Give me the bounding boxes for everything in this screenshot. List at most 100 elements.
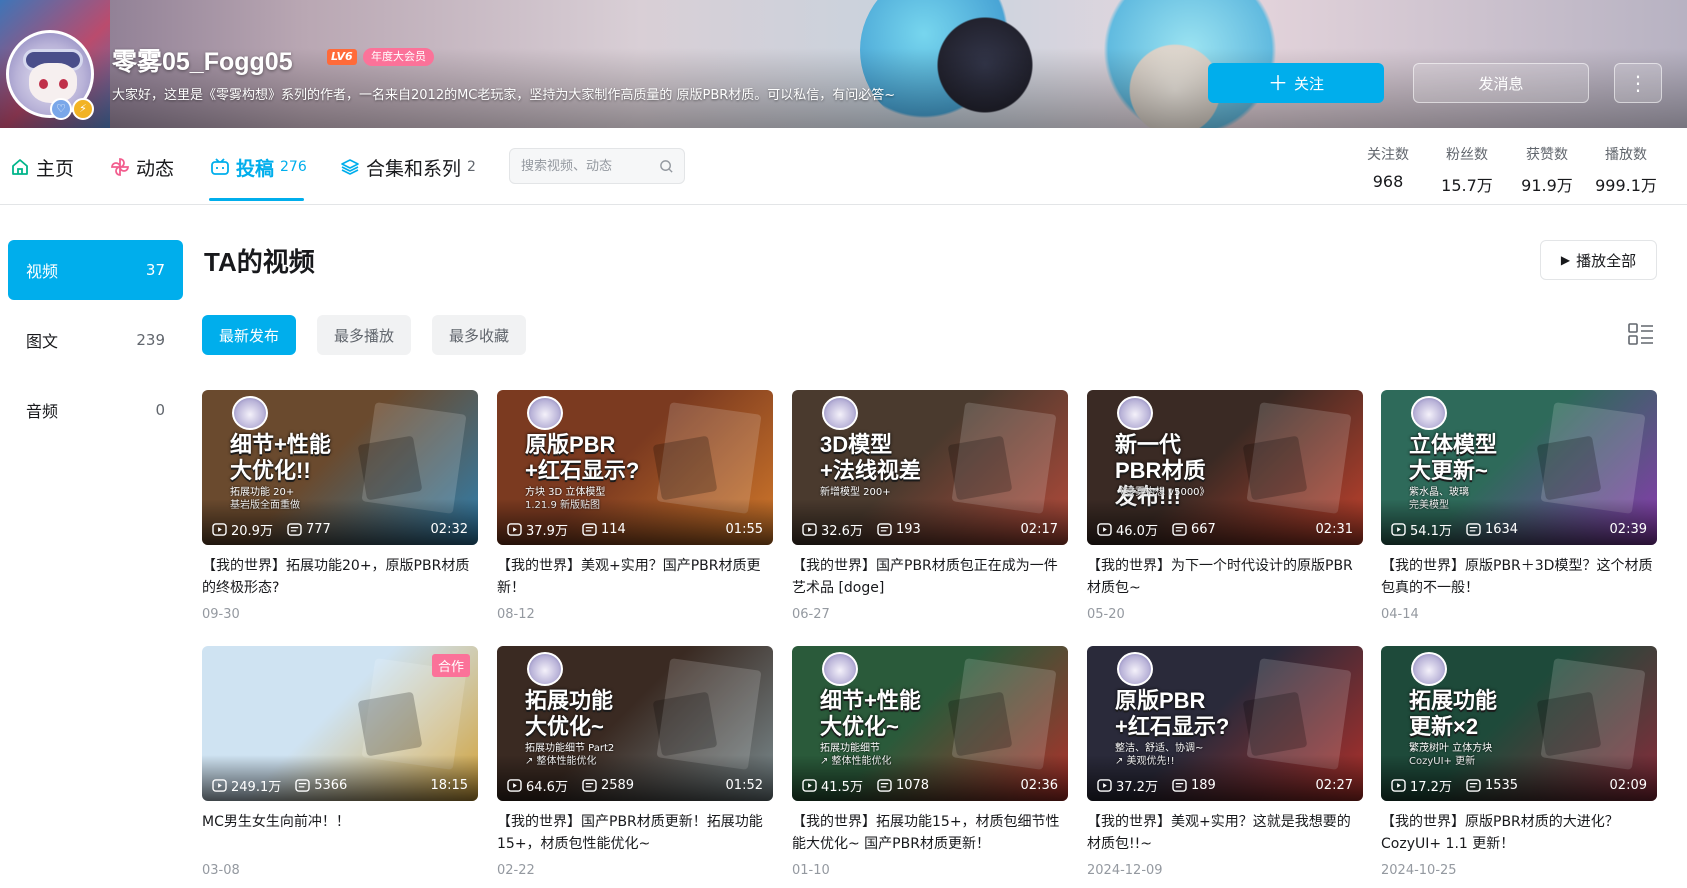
danmaku-count: 114 bbox=[600, 522, 626, 537]
search-input[interactable] bbox=[510, 149, 650, 183]
video-title[interactable]: 【我的世界】为下一个时代设计的原版PBR材质包~ bbox=[1087, 555, 1363, 599]
video-meta: 20.9万 777 02:32 bbox=[212, 520, 468, 539]
order-most-played[interactable]: 最多播放 bbox=[317, 315, 412, 355]
danmaku-icon bbox=[582, 523, 597, 536]
collab-badge: 合作 bbox=[431, 654, 470, 677]
video-card[interactable]: 3D模型 +法线视差 新增模型 200+ 32.6万 193 02:17 【我的… bbox=[792, 390, 1068, 622]
thumbnail-subcaption: 新增模型 200+ bbox=[820, 487, 891, 498]
video-duration: 02:27 bbox=[1315, 778, 1353, 793]
tab-collections[interactable]: 合集和系列 2 bbox=[340, 150, 476, 184]
view-count: 54.1万 bbox=[1410, 524, 1452, 539]
danmaku-count: 1634 bbox=[1484, 522, 1519, 537]
video-card[interactable]: 原版PBR +红石显示? 整洁、舒适、协调~ ↗ 美观优先!! 37.2万 18… bbox=[1087, 646, 1363, 878]
active-tab-indicator bbox=[209, 198, 304, 201]
stat-plays: 播放数 999.1万 bbox=[1595, 147, 1657, 195]
video-title[interactable]: 【我的世界】国产PBR材质更新！拓展功能15+，材质包性能优化~ bbox=[497, 811, 773, 855]
video-title[interactable]: 【我的世界】国产PBR材质包正在成为一件艺术品 [doge] bbox=[792, 555, 1068, 599]
video-meta: 41.5万 1078 02:36 bbox=[802, 776, 1058, 795]
tab-uploads[interactable]: 投稿 276 bbox=[210, 150, 307, 184]
video-thumbnail[interactable]: 细节+性能 大优化~ 拓展功能细节 ↗ 整体性能优化 41.5万 1078 02… bbox=[792, 646, 1068, 801]
video-date: 2024-12-09 bbox=[1087, 863, 1163, 878]
video-thumbnail[interactable]: 原版PBR +红石显示? 整洁、舒适、协调~ ↗ 美观优先!! 37.2万 18… bbox=[1087, 646, 1363, 801]
username: 零雾05_Fogg05 bbox=[112, 48, 293, 76]
danmaku-count: 5366 bbox=[314, 778, 348, 793]
video-title[interactable]: 【我的世界】拓展功能20+，原版PBR材质的终极形态? bbox=[202, 555, 478, 599]
follow-button[interactable]: ＋ 关注 bbox=[1208, 63, 1384, 103]
video-date: 09-30 bbox=[202, 607, 240, 622]
plus-icon: ＋ bbox=[1267, 71, 1288, 95]
video-thumbnail[interactable]: 合作 249.1万 5366 18:15 bbox=[202, 646, 478, 801]
stat-fans[interactable]: 粉丝数 15.7万 bbox=[1431, 144, 1503, 196]
video-meta: 249.1万 5366 18:15 bbox=[212, 776, 468, 795]
video-title[interactable]: 【我的世界】原版PBR＋3D模型？这个材质包真的不一般！ bbox=[1381, 555, 1657, 599]
sidebar-item-video[interactable]: 视频 37 bbox=[8, 240, 183, 300]
danmaku-icon bbox=[877, 779, 892, 792]
video-card[interactable]: 拓展功能 更新×2 繁茂树叶 立体方块 CozyUI+ 更新 17.2万 153… bbox=[1381, 646, 1657, 878]
tv-icon bbox=[211, 158, 229, 175]
view-count: 32.6万 bbox=[821, 524, 863, 539]
play-count-icon bbox=[802, 779, 817, 792]
thumbnail-caption: 拓展功能 大优化~ bbox=[525, 688, 614, 739]
danmaku-icon bbox=[287, 523, 302, 536]
search-icon[interactable] bbox=[659, 159, 674, 174]
video-meta: 37.2万 189 02:27 bbox=[1097, 776, 1353, 795]
more-options-button[interactable]: ⋮ bbox=[1614, 63, 1662, 103]
view-count: 41.5万 bbox=[821, 780, 863, 795]
play-count-icon bbox=[507, 779, 522, 792]
more-vertical-icon: ⋮ bbox=[1628, 71, 1648, 95]
danmaku-count: 667 bbox=[1190, 522, 1216, 537]
message-button[interactable]: 发消息 bbox=[1413, 63, 1589, 103]
video-thumbnail[interactable]: 细节+性能 大优化!! 拓展功能 20+ 基岩版全面重做 20.9万 777 0… bbox=[202, 390, 478, 545]
video-card[interactable]: 合作 249.1万 5366 18:15 MC男生女生向前冲！！ 03-08 bbox=[202, 646, 478, 878]
thumbnail-caption: 原版PBR +红石显示? bbox=[525, 432, 640, 483]
danmaku-icon bbox=[295, 779, 310, 792]
video-title[interactable]: 【我的世界】原版PBR材质的大进化？CozyUI+ 1.1 更新！ bbox=[1381, 811, 1657, 855]
creator-mascot-icon bbox=[1117, 652, 1153, 686]
video-title[interactable]: 【我的世界】美观+实用？国产PBR材质更新！ bbox=[497, 555, 773, 599]
video-card[interactable]: 立体模型 大更新~ 紫水晶、玻璃 完美模型 54.1万 1634 02:39 bbox=[1381, 390, 1657, 622]
video-meta: 17.2万 1535 02:09 bbox=[1391, 776, 1647, 795]
video-meta: 46.0万 667 02:31 bbox=[1097, 520, 1353, 539]
video-title[interactable]: MC男生女生向前冲！！ bbox=[202, 811, 478, 855]
video-duration: 01:52 bbox=[725, 778, 763, 793]
order-most-favorited[interactable]: 最多收藏 bbox=[432, 315, 527, 355]
video-thumbnail[interactable]: 新一代 PBR材质 发布!!! 《零雾构想 v5000》 46.0万 667 0… bbox=[1087, 390, 1363, 545]
video-duration: 02:17 bbox=[1020, 522, 1058, 537]
video-meta: 37.9万 114 01:55 bbox=[507, 520, 763, 539]
video-card[interactable]: 新一代 PBR材质 发布!!! 《零雾构想 v5000》 46.0万 667 0… bbox=[1087, 390, 1363, 622]
creator-mascot-icon bbox=[1411, 652, 1447, 686]
video-thumbnail[interactable]: 拓展功能 大优化~ 拓展功能细节 Part2 ↗ 整体性能优化 64.6万 25… bbox=[497, 646, 773, 801]
video-thumbnail[interactable]: 拓展功能 更新×2 繁茂树叶 立体方块 CozyUI+ 更新 17.2万 153… bbox=[1381, 646, 1657, 801]
video-thumbnail[interactable]: 3D模型 +法线视差 新增模型 200+ 32.6万 193 02:17 bbox=[792, 390, 1068, 545]
video-title[interactable]: 【我的世界】拓展功能15+，材质包细节性能大优化~ 国产PBR材质更新！ bbox=[792, 811, 1068, 855]
thumbnail-caption: 3D模型 +法线视差 bbox=[820, 432, 921, 483]
play-all-button[interactable]: ▶ 播放全部 bbox=[1540, 240, 1657, 280]
tab-home[interactable]: 主页 bbox=[10, 150, 74, 184]
video-card[interactable]: 拓展功能 大优化~ 拓展功能细节 Part2 ↗ 整体性能优化 64.6万 25… bbox=[497, 646, 773, 878]
tab-dynamic[interactable]: 动态 bbox=[110, 150, 174, 184]
sidebar-item-audio[interactable]: 音频 0 bbox=[8, 380, 183, 440]
list-layout-icon[interactable] bbox=[1628, 322, 1654, 348]
danmaku-icon bbox=[877, 523, 892, 536]
vip-badge[interactable]: 年度大会员 bbox=[363, 48, 434, 66]
video-date: 04-14 bbox=[1381, 607, 1419, 622]
order-latest[interactable]: 最新发布 bbox=[202, 315, 297, 355]
creator-mascot-icon bbox=[1117, 396, 1153, 430]
video-thumbnail[interactable]: 立体模型 大更新~ 紫水晶、玻璃 完美模型 54.1万 1634 02:39 bbox=[1381, 390, 1657, 545]
play-count-icon bbox=[802, 523, 817, 536]
danmaku-icon bbox=[1466, 523, 1481, 536]
video-card[interactable]: 细节+性能 大优化!! 拓展功能 20+ 基岩版全面重做 20.9万 777 0… bbox=[202, 390, 478, 622]
video-card[interactable]: 原版PBR +红石显示? 方块 3D 立体模型 1.21.9 新版贴图 37.9… bbox=[497, 390, 773, 622]
video-meta: 32.6万 193 02:17 bbox=[802, 520, 1058, 539]
video-card[interactable]: 细节+性能 大优化~ 拓展功能细节 ↗ 整体性能优化 41.5万 1078 02… bbox=[792, 646, 1068, 878]
view-count: 37.9万 bbox=[526, 524, 568, 539]
danmaku-count: 777 bbox=[305, 522, 331, 537]
video-duration: 02:09 bbox=[1609, 778, 1647, 793]
video-thumbnail[interactable]: 原版PBR +红石显示? 方块 3D 立体模型 1.21.9 新版贴图 37.9… bbox=[497, 390, 773, 545]
sidebar-item-article[interactable]: 图文 239 bbox=[8, 310, 183, 370]
play-count-icon bbox=[1391, 779, 1406, 792]
video-date: 08-12 bbox=[497, 607, 535, 622]
video-title[interactable]: 【我的世界】美观+实用？这就是我想要的材质包!!~ bbox=[1087, 811, 1363, 855]
creator-mascot-icon bbox=[822, 652, 858, 686]
stat-following[interactable]: 关注数 968 bbox=[1352, 144, 1424, 191]
